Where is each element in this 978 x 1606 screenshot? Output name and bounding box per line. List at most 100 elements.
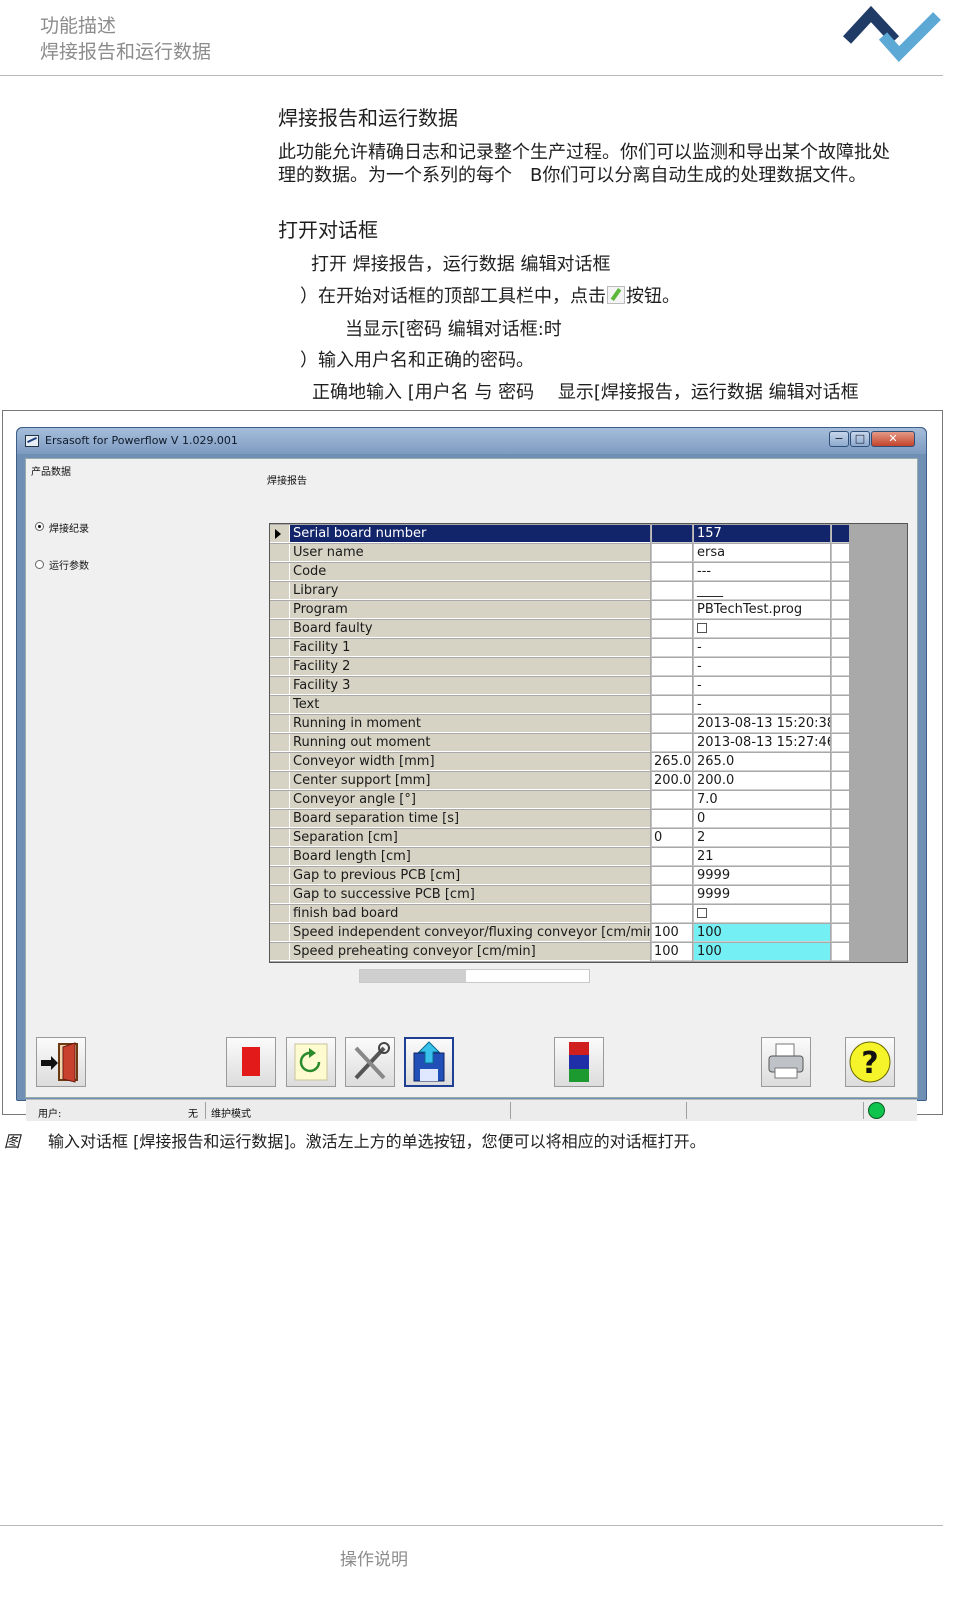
- row-header-cell[interactable]: [270, 639, 290, 657]
- close-button[interactable]: ✕: [871, 431, 915, 447]
- table-row[interactable]: Library ____: [270, 582, 907, 601]
- setpoint-value-cell[interactable]: [651, 791, 692, 809]
- table-row[interactable]: Board faulty: [270, 620, 907, 639]
- table-row[interactable]: Gap to previous PCB [cm] 9999: [270, 867, 907, 886]
- table-row[interactable]: Conveyor width [mm] 265.0 265.0: [270, 753, 907, 772]
- maximize-button[interactable]: □: [850, 431, 870, 447]
- row-header-cell[interactable]: [270, 525, 290, 543]
- table-row[interactable]: Conveyor angle [°] 7.0: [270, 791, 907, 810]
- horizontal-scrollbar[interactable]: [359, 969, 590, 983]
- row-header-cell[interactable]: [270, 544, 290, 562]
- checkbox[interactable]: [697, 908, 707, 918]
- row-header-cell[interactable]: [270, 810, 290, 828]
- setpoint-value-cell[interactable]: [651, 734, 692, 752]
- row-header-cell[interactable]: [270, 924, 290, 942]
- table-row[interactable]: Gap to successive PCB [cm] 9999: [270, 886, 907, 905]
- radio-weld-record-label[interactable]: 焊接纪录: [49, 520, 89, 535]
- scrollbar-thumb[interactable]: [360, 970, 466, 982]
- actual-value-cell[interactable]: 265.0: [693, 753, 830, 771]
- actual-value-cell[interactable]: -: [693, 677, 830, 695]
- table-row[interactable]: Separation [cm] 0 2: [270, 829, 907, 848]
- setpoint-value-cell[interactable]: [651, 886, 692, 904]
- setpoint-value-cell[interactable]: [651, 867, 692, 885]
- row-header-cell[interactable]: [270, 867, 290, 885]
- row-header-cell[interactable]: [270, 753, 290, 771]
- actual-value-cell[interactable]: 9999: [693, 867, 830, 885]
- actual-value-cell[interactable]: -: [693, 696, 830, 714]
- tools-button[interactable]: [345, 1037, 395, 1087]
- setpoint-value-cell[interactable]: 100: [651, 924, 692, 942]
- setpoint-value-cell[interactable]: [651, 715, 692, 733]
- table-row[interactable]: Center support [mm] 200.0 200.0: [270, 772, 907, 791]
- table-row[interactable]: Facility 3 -: [270, 677, 907, 696]
- row-header-cell[interactable]: [270, 563, 290, 581]
- row-header-cell[interactable]: [270, 886, 290, 904]
- title-bar[interactable]: Ersasoft for Powerflow V 1.029.001 − □ ✕: [17, 428, 926, 454]
- print-button[interactable]: [761, 1037, 811, 1087]
- checkbox[interactable]: [697, 623, 707, 633]
- row-header-cell[interactable]: [270, 829, 290, 847]
- setpoint-value-cell[interactable]: [651, 525, 692, 543]
- setpoint-value-cell[interactable]: [651, 848, 692, 866]
- table-row[interactable]: Speed preheating conveyor [cm/min] 100 100: [270, 943, 907, 962]
- row-header-cell[interactable]: [270, 772, 290, 790]
- exit-button[interactable]: [36, 1037, 86, 1087]
- table-row[interactable]: Facility 1 -: [270, 639, 907, 658]
- color-bars-button[interactable]: [554, 1037, 604, 1087]
- table-row[interactable]: Code ---: [270, 563, 907, 582]
- setpoint-value-cell[interactable]: [651, 905, 692, 923]
- setpoint-value-cell[interactable]: [651, 639, 692, 657]
- actual-value-cell[interactable]: 2: [693, 829, 830, 847]
- row-header-cell[interactable]: [270, 677, 290, 695]
- radio-run-params[interactable]: [35, 560, 44, 569]
- setpoint-value-cell[interactable]: [651, 563, 692, 581]
- setpoint-value-cell[interactable]: [651, 544, 692, 562]
- actual-value-cell[interactable]: [693, 620, 830, 638]
- table-row[interactable]: Text -: [270, 696, 907, 715]
- row-header-cell[interactable]: [270, 582, 290, 600]
- refresh-button[interactable]: [286, 1037, 336, 1087]
- row-header-cell[interactable]: [270, 658, 290, 676]
- table-row[interactable]: Board separation time [s] 0: [270, 810, 907, 829]
- minimize-button[interactable]: −: [829, 431, 849, 447]
- help-button[interactable]: ?: [845, 1037, 895, 1087]
- row-header-cell[interactable]: [270, 715, 290, 733]
- setpoint-value-cell[interactable]: [651, 582, 692, 600]
- actual-value-cell[interactable]: ersa: [693, 544, 830, 562]
- actual-value-cell[interactable]: 200.0: [693, 772, 830, 790]
- actual-value-cell[interactable]: 157: [693, 525, 830, 543]
- actual-value-cell[interactable]: -: [693, 658, 830, 676]
- row-header-cell[interactable]: [270, 905, 290, 923]
- table-row[interactable]: finish bad board: [270, 905, 907, 924]
- actual-value-cell[interactable]: ____: [693, 582, 830, 600]
- actual-value-cell[interactable]: 7.0: [693, 791, 830, 809]
- radio-weld-record[interactable]: [35, 522, 44, 531]
- actual-value-cell[interactable]: 100: [693, 943, 830, 961]
- setpoint-value-cell[interactable]: [651, 810, 692, 828]
- table-row[interactable]: Running out moment 2013-08-13 15:27:46: [270, 734, 907, 753]
- row-header-cell[interactable]: [270, 601, 290, 619]
- table-row[interactable]: Speed independent conveyor/fluxing conve…: [270, 924, 907, 943]
- setpoint-value-cell[interactable]: 100: [651, 943, 692, 961]
- table-row[interactable]: User name ersa: [270, 544, 907, 563]
- row-header-cell[interactable]: [270, 734, 290, 752]
- actual-value-cell[interactable]: [693, 905, 830, 923]
- stop-button[interactable]: [226, 1037, 276, 1087]
- weld-report-grid[interactable]: Serial board number 157 User name ersa Code -…: [269, 523, 908, 963]
- setpoint-value-cell[interactable]: 0: [651, 829, 692, 847]
- table-row[interactable]: Running in moment 2013-08-13 15:20:38: [270, 715, 907, 734]
- row-header-cell[interactable]: [270, 943, 290, 961]
- actual-value-cell[interactable]: 100: [693, 924, 830, 942]
- setpoint-value-cell[interactable]: 265.0: [651, 753, 692, 771]
- table-row[interactable]: Serial board number 157: [270, 525, 907, 544]
- table-row[interactable]: Facility 2 -: [270, 658, 907, 677]
- table-row[interactable]: Board length [cm] 21: [270, 848, 907, 867]
- row-header-cell[interactable]: [270, 848, 290, 866]
- setpoint-value-cell[interactable]: [651, 620, 692, 638]
- actual-value-cell[interactable]: ---: [693, 563, 830, 581]
- actual-value-cell[interactable]: PBTechTest.prog: [693, 601, 830, 619]
- actual-value-cell[interactable]: 21: [693, 848, 830, 866]
- radio-run-params-label[interactable]: 运行参数: [49, 557, 89, 572]
- actual-value-cell[interactable]: 2013-08-13 15:27:46: [693, 734, 830, 752]
- setpoint-value-cell[interactable]: [651, 696, 692, 714]
